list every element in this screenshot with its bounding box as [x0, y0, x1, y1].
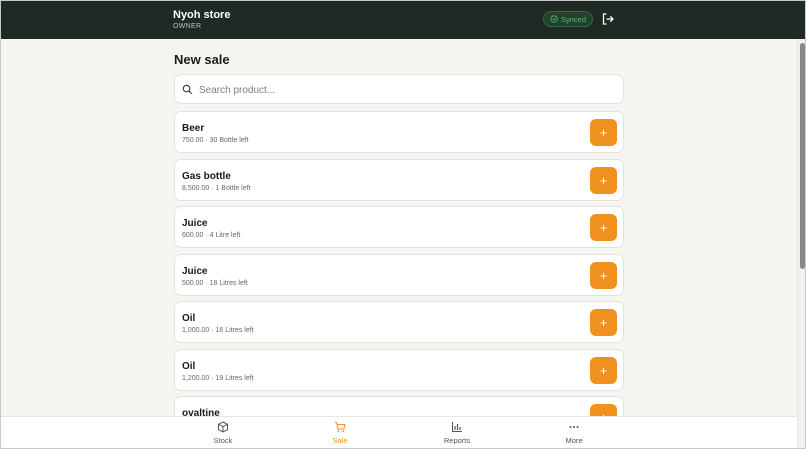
box-icon — [218, 421, 228, 433]
product-price-stock: 8,500.00 · 1 Bottle left — [182, 185, 251, 192]
add-to-sale-button[interactable]: + — [590, 404, 617, 416]
product-card: Oil 1,200.00 · 19 Litres left + — [174, 349, 624, 391]
product-name: Beer — [182, 123, 205, 134]
top-bar: Nyoh store OWNER Synced — [1, 1, 805, 39]
nav-item-sale[interactable]: Sale — [310, 421, 370, 448]
product-name: ovaltine — [182, 408, 220, 416]
add-to-sale-button[interactable]: + — [590, 309, 617, 336]
nav-item-more[interactable]: More — [544, 421, 604, 448]
product-card: Gas bottle 8,500.00 · 1 Bottle left + — [174, 159, 624, 201]
nav-item-stock[interactable]: Stock — [193, 421, 253, 448]
nav-label: Sale — [332, 436, 348, 445]
add-to-sale-button[interactable]: + — [590, 119, 617, 146]
sync-status-label: Synced — [560, 14, 587, 24]
nav-label: Reports — [443, 436, 471, 445]
product-price-stock: 1,000.00 · 16 Litres left — [182, 327, 254, 334]
check-circle-icon — [550, 15, 558, 23]
product-price-stock: 500.00 · 18 Litres left — [182, 280, 248, 287]
search-icon — [182, 84, 193, 95]
main-content: New sale Beer 750.00 · 30 Bottle left + … — [1, 39, 797, 416]
add-to-sale-button[interactable]: + — [590, 214, 617, 241]
vertical-scrollbar[interactable] — [797, 39, 805, 448]
product-card: Juice 600.00 · 4 Litre left + — [174, 206, 624, 248]
nav-label: More — [565, 436, 583, 445]
product-price-stock: 1,200.00 · 19 Litres left — [182, 375, 254, 382]
app-window: Nyoh store OWNER Synced New sale Beer 75… — [0, 0, 806, 449]
add-to-sale-button[interactable]: + — [590, 357, 617, 384]
nav-item-reports[interactable]: Reports — [427, 421, 487, 448]
product-price-stock: 750.00 · 30 Bottle left — [182, 137, 249, 144]
user-role: OWNER — [173, 23, 202, 30]
bottom-navigation: Stock Sale Reports More — [1, 416, 797, 448]
search-box[interactable] — [174, 74, 624, 104]
product-name: Gas bottle — [182, 171, 231, 182]
product-card: Juice 500.00 · 18 Litres left + — [174, 254, 624, 296]
scrollbar-thumb[interactable] — [800, 43, 805, 269]
add-to-sale-button[interactable]: + — [590, 167, 617, 194]
add-to-sale-button[interactable]: + — [590, 262, 617, 289]
search-input[interactable] — [199, 81, 609, 99]
product-card: ovaltine + — [174, 396, 624, 416]
logout-icon[interactable] — [601, 12, 615, 26]
product-card: Oil 1,000.00 · 16 Litres left + — [174, 301, 624, 343]
nav-label: Stock — [213, 436, 233, 445]
store-name: Nyoh store — [173, 9, 231, 21]
product-name: Oil — [182, 361, 196, 372]
more-horizontal-icon — [569, 426, 579, 428]
product-name: Juice — [182, 218, 208, 229]
product-name: Juice — [182, 266, 208, 277]
sync-status-badge: Synced — [543, 11, 593, 27]
product-price-stock: 600.00 · 4 Litre left — [182, 232, 241, 239]
product-card: Beer 750.00 · 30 Bottle left + — [174, 111, 624, 153]
page-title: New sale — [174, 52, 230, 67]
product-name: Oil — [182, 313, 196, 324]
cart-icon — [335, 422, 346, 433]
bar-chart-icon — [452, 422, 462, 432]
